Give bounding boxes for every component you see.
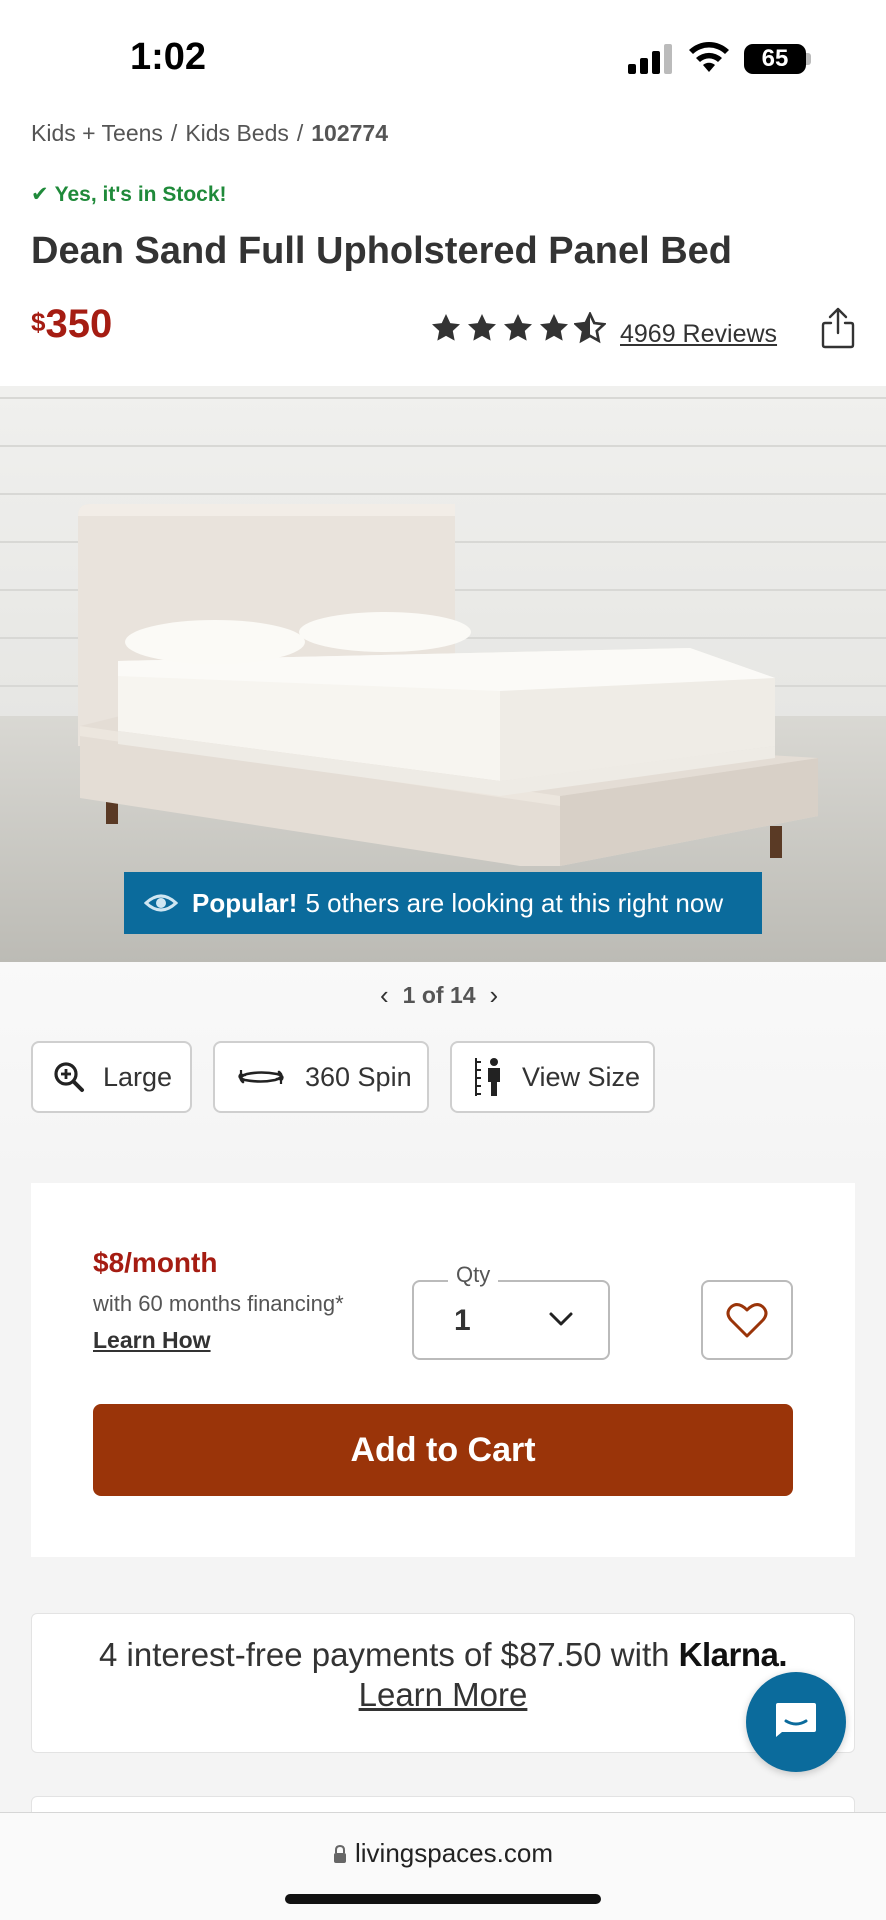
pager-text: 1 of 14: [402, 982, 476, 1008]
star-icon: [432, 314, 460, 341]
klarna-logo: Klarna.: [678, 1636, 788, 1673]
lock-icon: [334, 1845, 346, 1863]
eye-icon: [144, 894, 178, 912]
add-to-cart-button[interactable]: Add to Cart: [93, 1404, 793, 1496]
wifi-icon: [689, 42, 729, 72]
wishlist-button[interactable]: [701, 1280, 793, 1360]
breadcrumb-item-kids-beds[interactable]: Kids Beds: [185, 120, 289, 147]
popular-text: 5 others are looking at this right now: [305, 887, 724, 918]
rating-stars[interactable]: [430, 312, 606, 344]
price-amount: 350: [45, 302, 113, 346]
quantity-select[interactable]: 1: [412, 1280, 610, 1360]
view-size-label: View Size: [522, 1061, 641, 1092]
chevron-left-icon[interactable]: ‹: [380, 980, 389, 1011]
breadcrumb-separator: /: [170, 120, 178, 146]
battery-cap: [806, 53, 811, 65]
status-bar: 1:02 65: [0, 0, 886, 110]
star-icon: [540, 314, 568, 341]
large-view-button[interactable]: Large: [31, 1041, 192, 1113]
chat-icon: [776, 1703, 816, 1737]
reviews-link[interactable]: 4969 Reviews: [620, 320, 777, 349]
check-icon: ✔: [31, 183, 49, 206]
heart-icon: [726, 1303, 768, 1338]
battery-indicator: 65: [744, 44, 806, 74]
half-star-icon: [574, 312, 606, 344]
star-icon: [468, 314, 496, 341]
status-time: 1:02: [130, 36, 207, 78]
popular-label: Popular!: [192, 887, 298, 918]
chat-button[interactable]: [746, 1672, 846, 1772]
home-indicator: [285, 1894, 601, 1904]
quantity-value: 1: [454, 1304, 471, 1337]
view-size-button[interactable]: View Size: [450, 1041, 655, 1113]
spin-icon: [238, 1070, 284, 1084]
ruler-person-icon: [475, 1058, 500, 1096]
share-icon[interactable]: [820, 306, 856, 350]
stock-text: Yes, it's in Stock!: [54, 183, 227, 206]
financing-text: with 60 months financing*: [93, 1291, 344, 1316]
chevron-down-icon: [549, 1312, 573, 1326]
large-view-label: Large: [103, 1061, 173, 1092]
breadcrumb-separator: /: [296, 120, 304, 146]
breadcrumb-sku: 102774: [311, 120, 389, 146]
klarna-payments-text: 4 interest-free payments of $87.50 with: [98, 1636, 670, 1673]
purchase-card: [31, 1183, 855, 1557]
spin-360-button[interactable]: 360 Spin: [213, 1041, 429, 1113]
breadcrumb: Kids + Teens / Kids Beds / 102774: [31, 120, 388, 147]
stock-status: ✔ Yes, it's in Stock!: [31, 182, 227, 207]
product-price: $350: [31, 302, 112, 347]
chevron-right-icon[interactable]: ›: [490, 980, 499, 1011]
breadcrumb-item-kids-teens[interactable]: Kids + Teens: [31, 120, 163, 147]
url-text[interactable]: livingspaces.com: [0, 1838, 886, 1869]
url-domain: livingspaces.com: [355, 1838, 553, 1868]
learn-how-link[interactable]: Learn How: [93, 1327, 211, 1354]
spin-360-label: 360 Spin: [305, 1061, 412, 1092]
quantity-label: Qty: [448, 1262, 499, 1288]
signal-icon: [628, 44, 672, 74]
price-currency: $: [31, 307, 46, 337]
monthly-price: $8/month: [93, 1247, 218, 1278]
zoom-icon: [54, 1062, 84, 1092]
product-title: Dean Sand Full Upholstered Panel Bed: [31, 230, 733, 272]
image-pager: ‹ 1 of 14 ›: [380, 980, 498, 1011]
popular-banner: Popular! 5 others are looking at this rig…: [124, 872, 762, 934]
star-icon: [504, 314, 532, 341]
klarna-text: 4 interest-free payments of $87.50 with …: [0, 1636, 886, 1674]
